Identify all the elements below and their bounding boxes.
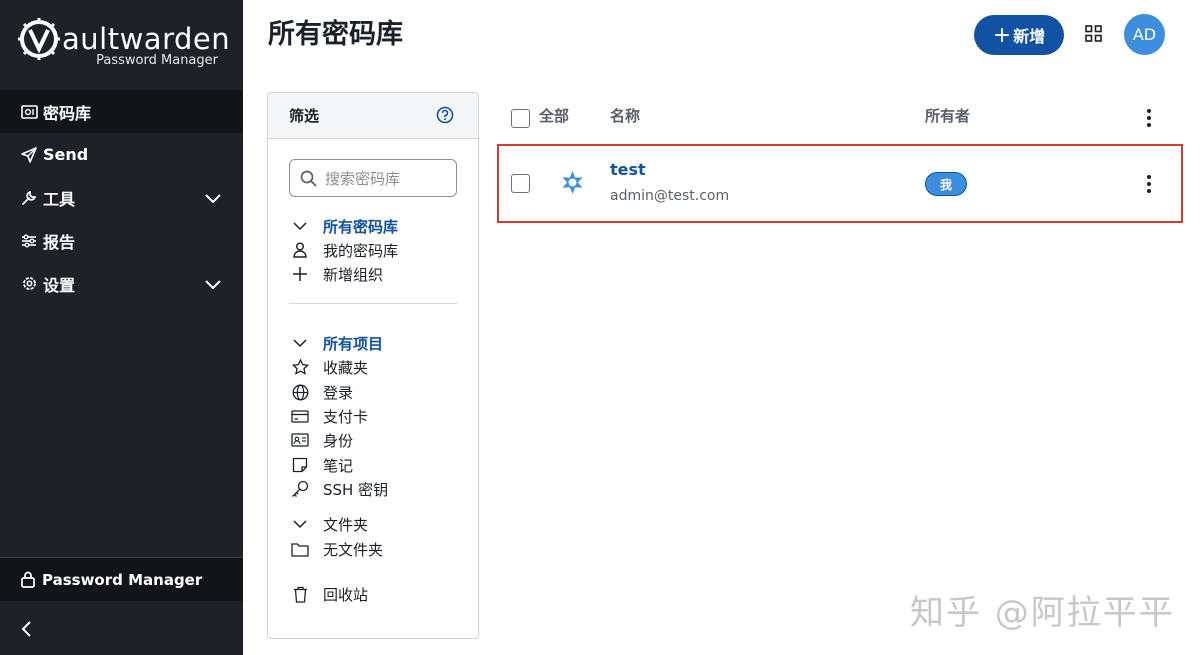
sidebar-item-send[interactable]: Send <box>0 133 243 176</box>
app-grid-icon[interactable] <box>1085 25 1102 46</box>
plus-icon: + <box>992 22 1012 48</box>
sidebar-item-vault[interactable]: 密码库 <box>0 90 243 133</box>
sliders-icon <box>20 232 38 250</box>
sidebar-item-settings[interactable]: 设置 <box>0 262 243 305</box>
filter-card[interactable]: 支付卡 <box>290 405 368 427</box>
sidebar-nav: 密码库 Send 工具 报告 设置 <box>0 90 243 305</box>
filter-all-vaults[interactable]: 所有密码库 <box>290 215 398 237</box>
filter-panel: 筛选 搜索密码库 所有密码库 我的密码库 新增组织 所有项目 收藏夹 登录 支付… <box>267 92 479 639</box>
chevron-down-icon <box>290 216 310 236</box>
filter-label: 文件夹 <box>323 515 369 534</box>
filter-title: 筛选 <box>289 107 320 125</box>
filter-no-folder[interactable]: 无文件夹 <box>290 538 383 560</box>
credit-card-icon <box>290 406 310 426</box>
product-switcher[interactable]: Password Manager <box>0 557 243 601</box>
row-checkbox[interactable] <box>511 174 530 193</box>
new-item-button[interactable]: + 新增 <box>974 15 1064 55</box>
help-icon[interactable] <box>436 106 454 128</box>
column-header-owner[interactable]: 所有者 <box>925 105 970 126</box>
sidebar-item-label: 密码库 <box>43 103 92 123</box>
sidebar: aultwarden Password Manager 密码库 Send 工具 <box>0 0 243 655</box>
trash-icon <box>290 584 310 604</box>
send-icon <box>20 146 38 164</box>
filter-label: 回收站 <box>323 585 369 604</box>
sidebar-item-reports[interactable]: 报告 <box>0 219 243 262</box>
filter-identity[interactable]: 身份 <box>290 429 353 451</box>
filter-note[interactable]: 笔记 <box>290 454 353 476</box>
plus-icon <box>290 264 310 284</box>
id-card-icon <box>290 430 310 450</box>
filter-folders[interactable]: 文件夹 <box>290 513 368 535</box>
vault-icon <box>20 103 38 121</box>
chevron-down-icon <box>290 514 310 534</box>
item-name-link[interactable]: test <box>610 160 646 179</box>
filter-ssh-key[interactable]: SSH 密钥 <box>290 478 388 500</box>
item-favicon-icon <box>560 170 585 199</box>
avatar[interactable]: AD <box>1124 14 1165 55</box>
chevron-down-icon <box>290 333 310 353</box>
filter-label: 收藏夹 <box>323 358 369 377</box>
page-title: 所有密码库 <box>268 19 403 50</box>
filter-divider <box>289 303 457 304</box>
chevron-down-icon[interactable] <box>205 189 221 208</box>
search-input[interactable]: 搜索密码库 <box>289 159 457 197</box>
filter-label: 身份 <box>323 431 354 450</box>
filter-favorites[interactable]: 收藏夹 <box>290 356 368 378</box>
wrench-icon <box>20 189 38 207</box>
filter-my-vault[interactable]: 我的密码库 <box>290 239 398 261</box>
filter-label: 所有项目 <box>323 334 384 353</box>
filter-label: SSH 密钥 <box>323 480 389 499</box>
brand-logo[interactable]: aultwarden Password Manager <box>18 18 231 72</box>
filter-label: 所有密码库 <box>323 217 399 236</box>
filter-login[interactable]: 登录 <box>290 381 353 403</box>
column-header-all[interactable]: 全部 <box>539 105 569 126</box>
chevron-left-icon <box>21 621 31 637</box>
sidebar-item-label: 报告 <box>43 232 76 252</box>
chevron-down-icon[interactable] <box>205 275 221 294</box>
vaultwarden-logo-icon <box>18 18 60 60</box>
sticky-note-icon <box>290 455 310 475</box>
collapse-sidebar-button[interactable] <box>20 620 32 642</box>
select-all-checkbox[interactable] <box>511 109 530 128</box>
filter-label: 笔记 <box>323 456 354 475</box>
filter-label: 我的密码库 <box>323 241 399 260</box>
gear-icon <box>20 275 38 293</box>
sidebar-item-label: 工具 <box>43 189 76 209</box>
filter-new-org[interactable]: 新增组织 <box>290 263 383 285</box>
filter-label: 新增组织 <box>323 265 384 284</box>
table-row[interactable] <box>497 144 1183 223</box>
filter-header: 筛选 <box>268 93 478 139</box>
filter-all-items[interactable]: 所有项目 <box>290 332 383 354</box>
star-icon <box>290 357 310 377</box>
search-placeholder: 搜索密码库 <box>325 169 401 188</box>
filter-label: 登录 <box>323 383 354 402</box>
sidebar-item-tools[interactable]: 工具 <box>0 176 243 219</box>
new-item-label: 新增 <box>1013 27 1046 46</box>
sidebar-item-label: Send <box>43 145 89 164</box>
brand-subtitle: Password Manager <box>96 53 218 68</box>
filter-trash[interactable]: 回收站 <box>290 583 368 605</box>
user-icon <box>290 240 310 260</box>
more-options-icon[interactable] <box>1147 109 1151 130</box>
filter-label: 无文件夹 <box>323 540 384 559</box>
filter-label: 支付卡 <box>323 407 369 426</box>
folder-icon <box>290 539 310 559</box>
product-switcher-label: Password Manager <box>42 570 203 589</box>
lock-icon <box>20 571 36 588</box>
sidebar-item-label: 设置 <box>43 275 76 295</box>
column-header-name[interactable]: 名称 <box>610 105 640 126</box>
globe-icon <box>290 382 310 402</box>
row-more-options-icon[interactable] <box>1147 175 1151 196</box>
search-icon <box>300 170 317 187</box>
watermark: 知乎 @阿拉平平 <box>910 593 1175 633</box>
brand-name: aultwarden <box>62 22 231 56</box>
key-icon <box>290 479 310 499</box>
owner-badge: 我 <box>925 172 967 196</box>
item-username: admin@test.com <box>610 188 730 204</box>
